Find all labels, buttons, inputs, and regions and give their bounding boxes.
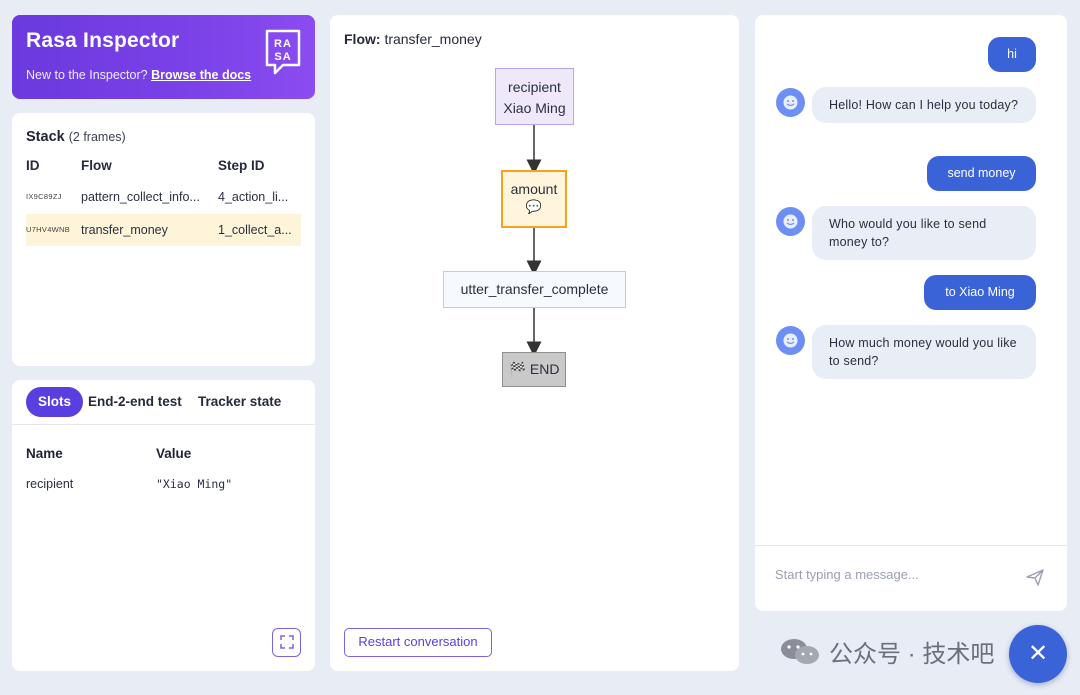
bot-avatar-icon (776, 207, 805, 236)
slot-col-value: Value (156, 446, 192, 461)
wechat-icon (781, 638, 819, 664)
slot-value: "Xiao Ming" (156, 477, 233, 491)
watermark-text: 公众号 · 技术吧 (829, 641, 995, 668)
restart-conversation-button[interactable]: Restart conversation (344, 628, 492, 657)
slots-panel: Slots End-2-end test Tracker state Name … (12, 380, 315, 671)
bot-message: How much money would you like to send? (812, 325, 1036, 379)
speech-bubble-icon: 💬 (525, 199, 543, 214)
stack-col-flow: Flow (81, 158, 112, 173)
flow-node-end[interactable]: 🏁 END (502, 352, 566, 387)
flow-node-recipient[interactable]: recipient Xiao Ming (495, 68, 574, 125)
send-icon[interactable] (1025, 567, 1045, 587)
flow-node-utter[interactable]: utter_transfer_complete (443, 271, 626, 308)
stack-col-step: Step ID (218, 158, 265, 173)
close-icon[interactable]: ✕ (1009, 625, 1067, 683)
app-title: Rasa Inspector (26, 29, 180, 52)
flow-node-amount[interactable]: amount 💬 (501, 170, 567, 228)
tab-divider (12, 424, 315, 425)
rasa-logo-icon: RA SA (265, 29, 301, 75)
chat-panel: hi Hello! How can I help you today? send… (755, 15, 1067, 611)
inspector-header: Rasa Inspector New to the Inspector? Bro… (12, 15, 315, 99)
slot-name: recipient (26, 477, 74, 491)
stack-row-step: 1_collect_a... (218, 223, 292, 237)
stack-title: Stack (2 frames) (26, 129, 126, 145)
user-message: hi (988, 37, 1036, 72)
flow-panel: Flow: transfer_money recipient Xiao Ming… (330, 15, 739, 671)
user-message: send money (927, 156, 1036, 191)
expand-icon-glyph (279, 635, 294, 649)
svg-text:RA: RA (274, 38, 292, 50)
stack-row-step: 4_action_li... (218, 190, 289, 204)
stack-col-id: ID (26, 158, 40, 173)
bot-avatar-icon (776, 88, 805, 117)
stack-row[interactable]: IX9C89ZJ pattern_collect_info... 4_actio… (26, 181, 301, 213)
node-recipient-label: recipient (508, 79, 561, 95)
stack-row-active[interactable]: U7HV4WNB transfer_money 1_collect_a... (26, 214, 301, 246)
tab-end-2-end-test[interactable]: End-2-end test (76, 387, 194, 417)
expand-icon[interactable] (272, 628, 301, 657)
svg-text:SA: SA (274, 51, 291, 63)
message-input[interactable] (775, 567, 1005, 582)
node-recipient-value: Xiao Ming (503, 100, 566, 116)
watermark: 公众号 · 技术吧 (779, 634, 994, 669)
user-message: to Xiao Ming (924, 275, 1036, 310)
stack-row-id: U7HV4WNB (26, 225, 71, 234)
stack-row-flow: transfer_money (81, 223, 168, 237)
stack-row-id: IX9C89ZJ (26, 192, 62, 201)
stack-frame-count: (2 frames) (68, 130, 126, 144)
chat-divider (755, 545, 1067, 546)
slot-col-name: Name (26, 446, 63, 461)
browse-docs-link[interactable]: Browse the docs (151, 68, 251, 82)
bot-message: Who would you like to send money to? (812, 206, 1036, 260)
tab-tracker-state[interactable]: Tracker state (186, 387, 293, 417)
stack-panel: Stack (2 frames) ID Flow Step ID IX9C89Z… (12, 113, 315, 366)
tab-slots[interactable]: Slots (26, 387, 84, 417)
header-subtitle: New to the Inspector? Browse the docs (26, 68, 251, 82)
stack-row-flow: pattern_collect_info... (81, 190, 200, 204)
bot-avatar-icon (776, 326, 805, 355)
header-subtitle-text: New to the Inspector? (26, 68, 148, 82)
node-amount-label: amount (510, 181, 558, 197)
bot-message: Hello! How can I help you today? (812, 87, 1036, 123)
